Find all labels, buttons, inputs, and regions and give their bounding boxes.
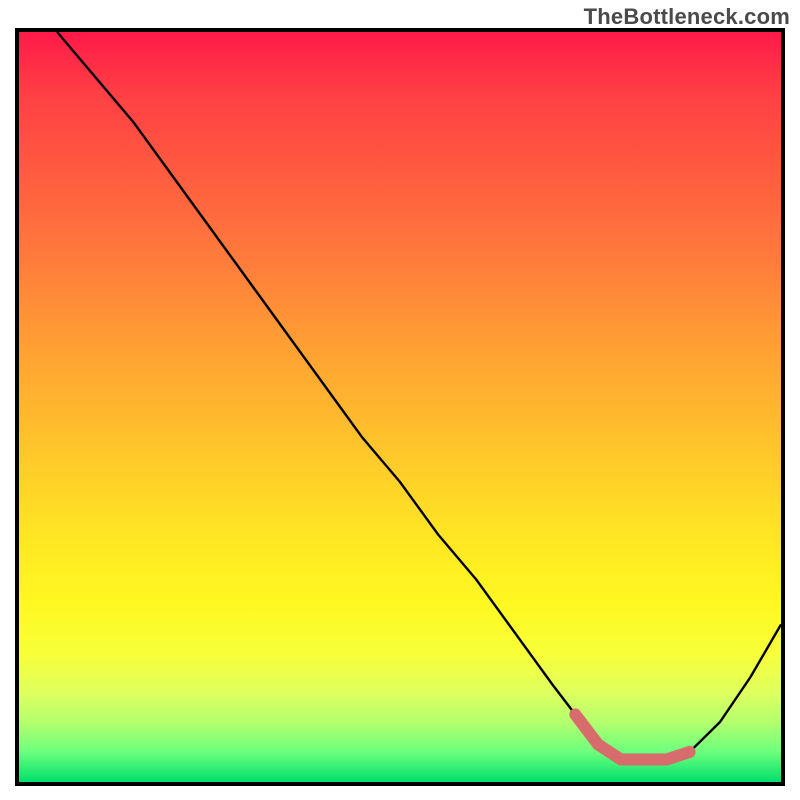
- optimal-range-highlight: [575, 715, 689, 760]
- chart-svg: [19, 32, 781, 782]
- plot-area: [15, 28, 785, 786]
- watermark-text: TheBottleneck.com: [584, 4, 790, 30]
- chart-container: TheBottleneck.com: [0, 0, 800, 800]
- bottleneck-curve-line: [57, 32, 781, 760]
